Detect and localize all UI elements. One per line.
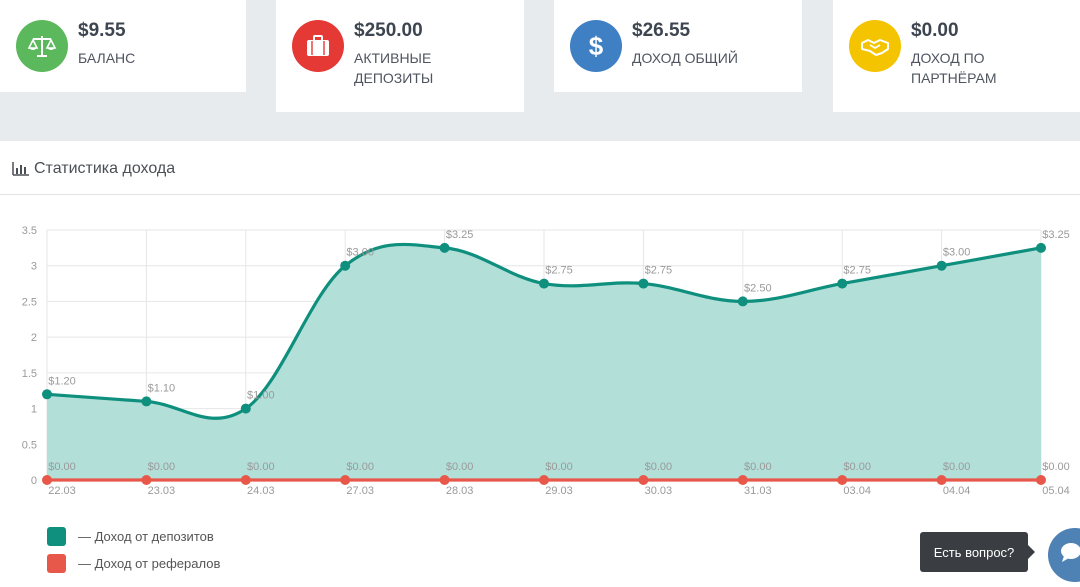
balance-label: БАЛАНС: [78, 50, 136, 66]
bar-chart-icon: [12, 162, 29, 181]
x-tick-label: 30.03: [645, 485, 673, 497]
deposits-point: [638, 278, 649, 289]
svg-text:$: $: [589, 31, 604, 61]
referrals-point: [340, 475, 351, 485]
x-tick-label: 23.03: [148, 485, 176, 497]
referrals-point: [1036, 475, 1046, 485]
chat-button[interactable]: [1048, 528, 1080, 582]
deposits-value-label: $2.75: [843, 265, 871, 277]
referrals-value-label: $0.00: [545, 461, 573, 473]
legend-swatch-referrals: [47, 553, 66, 573]
x-tick-label: 24.03: [247, 485, 275, 497]
deposits-point: [240, 403, 251, 414]
deposits-value-label: $3.00: [346, 247, 374, 259]
legend-item-deposits: — Доход от депозитов: [47, 526, 214, 546]
deposits-point: [42, 389, 52, 400]
income-chart: 0 0.5 1 1.5 2 2.5 3 3.5 22.03 23.03 24.03 27.03 28.0…: [22, 225, 1070, 497]
deposits-point: [737, 296, 748, 307]
total-income-value: $26.55: [632, 20, 691, 41]
deposits-value-label: $2.50: [744, 282, 772, 294]
deposits-point: [1036, 242, 1046, 253]
x-tick-label: 22.03: [48, 485, 76, 497]
y-tick-label: 1: [31, 404, 37, 416]
y-tick-label: 0.5: [22, 439, 37, 451]
legend-item-referrals: — Доход от рефералов: [47, 553, 220, 573]
x-tick-label: 29.03: [545, 485, 573, 497]
deposits-point: [837, 278, 848, 289]
legend-swatch-deposits: [47, 526, 66, 546]
deposits-value-label: $2.75: [545, 265, 573, 277]
active-deposits-card: $250.00 АКТИВНЫЕ ДЕПОЗИТЫ: [276, 0, 524, 112]
referrals-point: [240, 475, 251, 485]
x-tick-label: 03.04: [843, 485, 871, 497]
y-tick-label: 3.5: [22, 225, 37, 237]
deposits-point: [439, 242, 450, 253]
referrals-value-label: $0.00: [346, 461, 374, 473]
y-tick-label: 3: [31, 261, 37, 273]
x-tick-label: 28.03: [446, 485, 474, 497]
partner-income-value: $0.00: [911, 20, 959, 41]
deposits-value-label: $1.00: [247, 390, 275, 402]
referrals-value-label: $0.00: [943, 461, 971, 473]
referrals-value-label: $0.00: [645, 461, 673, 473]
referrals-value-label: $0.00: [48, 461, 76, 473]
referrals-point: [737, 475, 748, 485]
deposits-point: [936, 260, 947, 271]
deposits-value-label: $2.75: [645, 265, 673, 277]
referrals-point: [837, 475, 848, 485]
total-income-card: $ $26.55 ДОХОД ОБЩИЙ: [554, 0, 802, 92]
y-tick-label: 1.5: [22, 368, 37, 380]
referrals-point: [539, 475, 549, 485]
x-tick-label: 31.03: [744, 485, 772, 497]
x-tick-label: 05.04: [1042, 485, 1070, 497]
deposits-value-label: $3.25: [446, 229, 474, 241]
x-tick-label: 27.03: [346, 485, 374, 497]
deposits-value-label: $3.25: [1042, 229, 1070, 241]
referrals-point: [936, 475, 947, 485]
referrals-point: [439, 475, 450, 485]
chat-bubble-icon: [1061, 543, 1080, 562]
deposits-value-label: $3.00: [943, 247, 971, 259]
legend-label-referrals: — Доход от рефералов: [78, 555, 221, 571]
balance-value: $9.55: [78, 20, 126, 41]
referrals-value-label: $0.00: [247, 461, 275, 473]
partner-income-label: ДОХОД ПО ПАРТНЁРАМ: [911, 50, 997, 86]
y-tick-label: 0: [31, 475, 37, 487]
briefcase-icon: [292, 20, 344, 72]
total-income-label: ДОХОД ОБЩИЙ: [632, 50, 738, 66]
deposits-point: [340, 260, 351, 271]
handshake-icon: [849, 20, 901, 72]
referrals-point: [638, 475, 649, 485]
partner-income-card: $0.00 ДОХОД ПО ПАРТНЁРАМ: [833, 0, 1080, 112]
referrals-point: [141, 475, 152, 485]
referrals-value-label: $0.00: [744, 461, 772, 473]
deposits-point: [539, 278, 549, 289]
y-tick-label: 2: [31, 332, 37, 344]
active-deposits-label: АКТИВНЫЕ ДЕПОЗИТЫ: [354, 50, 434, 86]
balance-scale-icon: [16, 20, 68, 72]
income-stats-header: Статистика дохода: [0, 141, 1080, 195]
dollar-icon: $: [570, 20, 622, 72]
referrals-value-label: $0.00: [843, 461, 871, 473]
x-tick-label: 04.04: [943, 485, 971, 497]
active-deposits-value: $250.00: [354, 20, 423, 41]
referrals-value-label: $0.00: [1042, 461, 1070, 473]
panel-title: Статистика дохода: [34, 160, 176, 177]
deposits-value-label: $1.20: [48, 375, 76, 387]
deposits-value-label: $1.10: [148, 382, 176, 394]
y-tick-label: 2.5: [22, 296, 37, 308]
deposits-point: [141, 396, 152, 407]
balance-card: $9.55 БАЛАНС: [0, 0, 246, 92]
legend-label-deposits: — Доход от депозитов: [78, 528, 214, 544]
referrals-point: [42, 475, 52, 485]
ask-question-tooltip[interactable]: Есть вопрос?: [920, 532, 1035, 572]
referrals-value-label: $0.00: [148, 461, 176, 473]
referrals-value-label: $0.00: [446, 461, 474, 473]
